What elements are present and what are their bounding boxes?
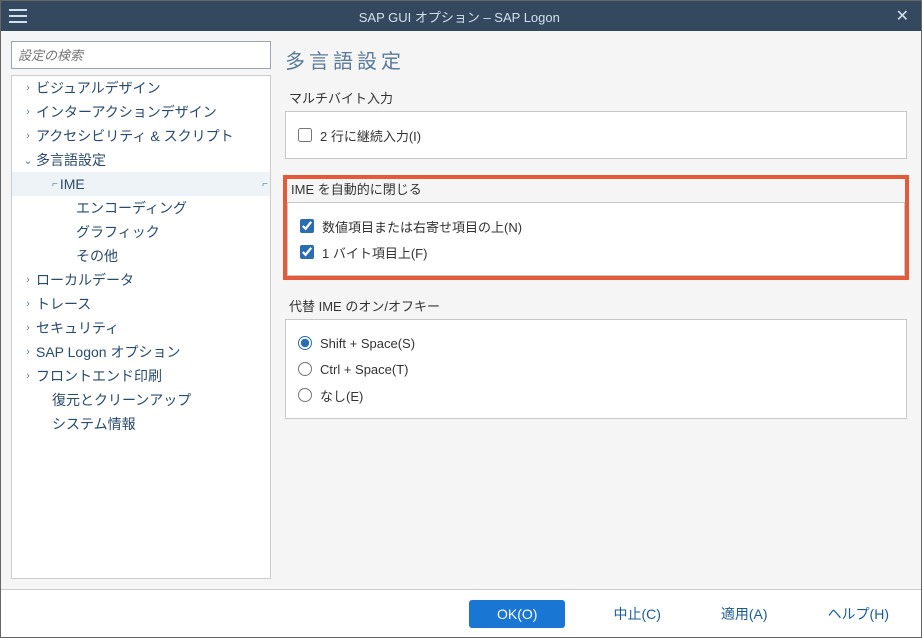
chevron-right-icon: ›: [20, 130, 36, 142]
group-box: Shift + Space(S) Ctrl + Space(T) なし(E): [285, 319, 907, 419]
group-box: 2 行に継続入力(I): [285, 111, 907, 159]
checkbox-input[interactable]: [300, 219, 314, 233]
radio-input[interactable]: [298, 336, 312, 350]
tree-item[interactable]: ›ローカルデータ: [12, 268, 270, 292]
checkbox-input[interactable]: [300, 245, 314, 259]
tree-item[interactable]: グラフィック: [12, 220, 270, 244]
settings-group: 代替 IME のオン/オフキー Shift + Space(S) Ctrl + Sp…: [285, 296, 907, 419]
radio-row[interactable]: Shift + Space(S): [298, 330, 894, 356]
chevron-down-icon: ⌄: [20, 154, 36, 167]
radio-row[interactable]: なし(E): [298, 382, 894, 408]
tree-item-label: フロントエンド印刷: [36, 366, 270, 386]
tree-item-label: SAP Logon オプション: [36, 342, 270, 362]
checkbox-input[interactable]: [298, 128, 312, 142]
tree-item-label: トレース: [36, 294, 270, 314]
window-title: SAP GUI オプション – SAP Logon: [27, 7, 892, 26]
control-label: Ctrl + Space(T): [320, 362, 409, 377]
tree-item-label: 多言語設定: [36, 150, 270, 170]
chevron-right-icon: ›: [20, 370, 36, 382]
group-label: IME を自動的に閉じる: [287, 179, 905, 198]
tree-item-label: インターアクションデザイン: [36, 102, 270, 122]
tree-item[interactable]: その他: [12, 244, 270, 268]
tree-item-label: 復元とクリーンアップ: [52, 390, 270, 410]
radio-row[interactable]: Ctrl + Space(T): [298, 356, 894, 382]
group-label: 代替 IME のオン/オフキー: [285, 296, 907, 315]
selection-mark: ⌐: [262, 179, 268, 190]
tree-item-label: ローカルデータ: [36, 270, 270, 290]
tree-item-label: アクセシビリティ & スクリプト: [36, 126, 270, 146]
tree-item[interactable]: ⌐ IME ⌐: [12, 172, 270, 196]
tree-item-label: グラフィック: [76, 222, 270, 242]
control-label: 2 行に継続入力(I): [320, 126, 421, 145]
checkbox-row[interactable]: 1 バイト項目上(F): [300, 239, 892, 265]
checkbox-row[interactable]: 2 行に継続入力(I): [298, 122, 894, 148]
control-label: 数値項目または右寄せ項目の上(N): [322, 217, 522, 236]
search-input[interactable]: [11, 41, 271, 69]
tree-item[interactable]: ›アクセシビリティ & スクリプト: [12, 124, 270, 148]
tree-item[interactable]: ›ビジュアルデザイン: [12, 76, 270, 100]
tree-item-label: システム情報: [52, 414, 270, 434]
content-area: ›ビジュアルデザイン›インターアクションデザイン›アクセシビリティ & スクリプ…: [1, 31, 921, 589]
control-label: 1 バイト項目上(F): [322, 243, 427, 262]
page-title: 多言語設定: [285, 45, 911, 74]
tree-item[interactable]: システム情報: [12, 412, 270, 436]
tree-item-label: エンコーディング: [76, 198, 270, 218]
tree-item[interactable]: エンコーディング: [12, 196, 270, 220]
selection-mark: ⌐: [52, 179, 58, 190]
tree-item-label: ビジュアルデザイン: [36, 78, 270, 98]
tree-item[interactable]: ›セキュリティ: [12, 316, 270, 340]
chevron-right-icon: ›: [20, 82, 36, 94]
chevron-right-icon: ›: [20, 274, 36, 286]
tree-item[interactable]: 復元とクリーンアップ: [12, 388, 270, 412]
tree-item-label: セキュリティ: [36, 318, 270, 338]
apply-button[interactable]: 適用(A): [709, 598, 780, 630]
radio-input[interactable]: [298, 388, 312, 402]
group-box: 数値項目または右寄せ項目の上(N) 1 バイト項目上(F): [287, 202, 905, 276]
settings-group: マルチバイト入力 2 行に継続入力(I): [285, 88, 907, 159]
chevron-right-icon: ›: [20, 298, 36, 310]
checkbox-row[interactable]: 数値項目または右寄せ項目の上(N): [300, 213, 892, 239]
main-panel: 多言語設定 マルチバイト入力 2 行に継続入力(I) IME を自動的に閉じる数値項…: [281, 41, 911, 579]
close-icon[interactable]: ✕: [892, 6, 913, 26]
chevron-right-icon: ›: [20, 322, 36, 334]
chevron-right-icon: ›: [20, 106, 36, 118]
tree-item-label: IME: [60, 176, 262, 192]
control-label: Shift + Space(S): [320, 336, 415, 351]
settings-group: IME を自動的に閉じる数値項目または右寄せ項目の上(N) 1 バイト項目上(F): [285, 177, 907, 278]
chevron-right-icon: ›: [20, 346, 36, 358]
tree-item[interactable]: ›フロントエンド印刷: [12, 364, 270, 388]
control-label: なし(E): [320, 386, 363, 405]
tree-item-label: その他: [76, 246, 270, 266]
radio-input[interactable]: [298, 362, 312, 376]
cancel-button[interactable]: 中止(C): [601, 598, 672, 630]
ok-button[interactable]: OK(O): [469, 600, 565, 628]
menu-icon[interactable]: [9, 9, 27, 23]
sidebar: ›ビジュアルデザイン›インターアクションデザイン›アクセシビリティ & スクリプ…: [11, 41, 271, 579]
tree-item[interactable]: ⌄多言語設定: [12, 148, 270, 172]
tree-item[interactable]: ›SAP Logon オプション: [12, 340, 270, 364]
nav-tree: ›ビジュアルデザイン›インターアクションデザイン›アクセシビリティ & スクリプ…: [11, 75, 271, 579]
help-button[interactable]: ヘルプ(H): [816, 598, 901, 630]
titlebar: SAP GUI オプション – SAP Logon ✕: [1, 1, 921, 31]
tree-item[interactable]: ›トレース: [12, 292, 270, 316]
tree-item[interactable]: ›インターアクションデザイン: [12, 100, 270, 124]
footer: OK(O) 中止(C) 適用(A) ヘルプ(H): [1, 589, 921, 637]
group-label: マルチバイト入力: [285, 88, 907, 107]
